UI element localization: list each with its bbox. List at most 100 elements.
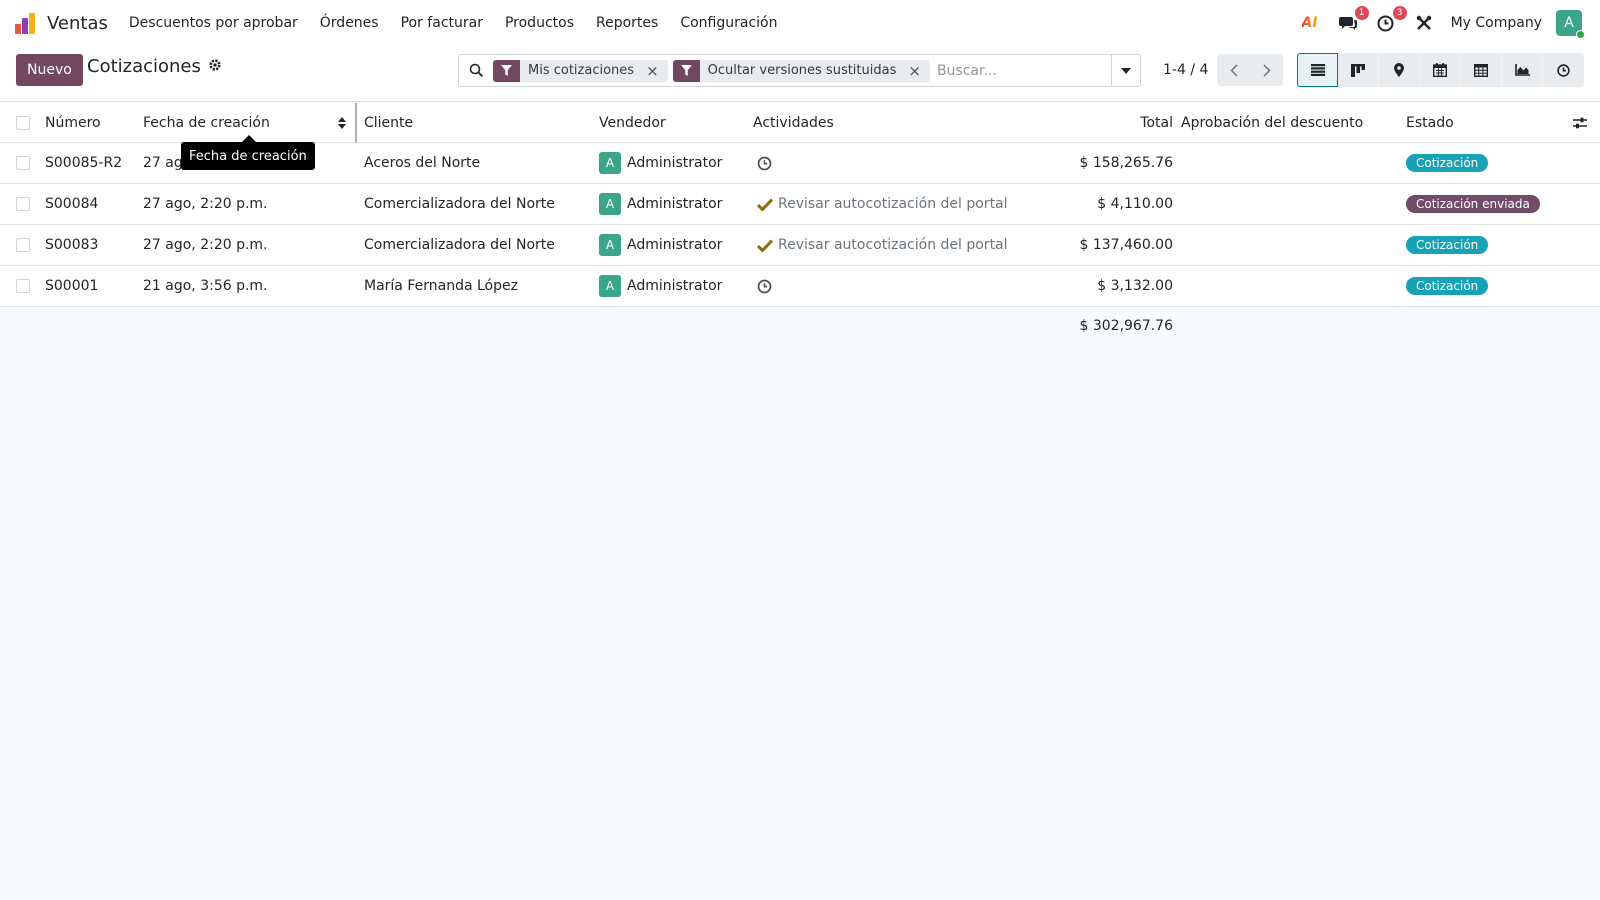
- column-tooltip: Fecha de creación: [181, 142, 315, 170]
- column-number[interactable]: Número: [45, 103, 101, 142]
- search-options-toggle[interactable]: [1111, 55, 1140, 86]
- messages-icon[interactable]: 1: [1337, 6, 1369, 34]
- new-button[interactable]: Nuevo: [16, 54, 83, 86]
- column-discount-approval[interactable]: Aprobación del descuento: [1181, 103, 1363, 142]
- activity-view-button[interactable]: [1543, 53, 1584, 87]
- menu-item[interactable]: Descuentos por aprobar: [118, 15, 309, 31]
- sort-icon[interactable]: [338, 103, 346, 142]
- row-select-cell: [16, 266, 30, 306]
- row-select-cell: [16, 143, 30, 183]
- quotations-list: Número Fecha de creación Cliente Vendedo…: [0, 103, 1600, 345]
- column-status[interactable]: Estado: [1406, 103, 1454, 142]
- column-total[interactable]: Total: [1080, 103, 1173, 142]
- facet-label: Ocultar versiones sustituidas: [707, 63, 897, 78]
- list-footer: $ 302,967.76: [0, 307, 1600, 345]
- wrench-screwdriver-icon: [1416, 15, 1431, 30]
- sales-app-logo[interactable]: [15, 12, 37, 34]
- status-cell: Cotización: [1406, 266, 1489, 306]
- clock-icon[interactable]: [757, 156, 772, 171]
- seller-name: Administrator: [627, 196, 723, 212]
- list-header: Número Fecha de creación Cliente Vendedo…: [0, 103, 1600, 143]
- menu-item[interactable]: Configuración: [669, 15, 788, 31]
- seller-name: Administrator: [627, 278, 723, 294]
- status-badge: Cotización: [1406, 277, 1489, 295]
- pager-value[interactable]: 1-4 / 4: [1163, 62, 1208, 78]
- clock-icon[interactable]: [757, 279, 772, 294]
- seller-cell: A Administrator: [599, 143, 722, 183]
- map-view-button[interactable]: [1379, 53, 1420, 87]
- search-facets: Mis cotizaciones × Ocultar versiones susti…: [493, 59, 935, 82]
- clock-icon: [1377, 15, 1394, 31]
- activity-cell: Revisar autocotización del portal: [757, 184, 1008, 224]
- ai-icon-text: AI: [1301, 15, 1318, 31]
- user-avatar-initial: A: [1564, 15, 1574, 31]
- activity-summary[interactable]: Revisar autocotización del portal: [778, 237, 1008, 253]
- pager-buttons: [1217, 54, 1283, 86]
- menu-item[interactable]: Productos: [494, 15, 585, 31]
- select-all-checkbox[interactable]: [16, 115, 30, 130]
- facet-label: Mis cotizaciones: [528, 63, 635, 78]
- filter-icon: [493, 59, 520, 82]
- quotation-total: $ 158,265.76: [1079, 155, 1173, 171]
- tools-icon[interactable]: [1413, 12, 1435, 34]
- menu-item[interactable]: Órdenes: [309, 15, 390, 31]
- table-row[interactable]: S00083 27 ago, 2:20 p.m. Comercializadora …: [0, 225, 1600, 266]
- creation-date: 27 ago, 2:20 p.m.: [143, 196, 268, 212]
- row-checkbox[interactable]: [16, 238, 30, 252]
- facet-remove-icon[interactable]: ×: [642, 62, 668, 80]
- column-customer[interactable]: Cliente: [364, 103, 413, 142]
- check-icon[interactable]: [757, 238, 773, 252]
- seller-avatar[interactable]: A: [599, 275, 621, 297]
- caret-down-icon: [1121, 67, 1131, 74]
- table-row[interactable]: S00084 27 ago, 2:20 p.m. Comercializadora …: [0, 184, 1600, 225]
- ai-icon[interactable]: AI: [1299, 12, 1321, 34]
- activity-summary[interactable]: Revisar autocotización del portal: [778, 196, 1008, 212]
- check-icon[interactable]: [757, 197, 773, 211]
- map-pin-icon: [1394, 63, 1404, 77]
- quotation-number: S00084: [45, 196, 99, 212]
- company-switcher[interactable]: My Company: [1451, 15, 1542, 31]
- seller-avatar[interactable]: A: [599, 234, 621, 256]
- kanban-view-icon: [1351, 63, 1365, 77]
- control-panel: Nuevo Cotizaciones Mis cotizaciones × Ocul…: [0, 46, 1600, 102]
- gear-icon[interactable]: [208, 56, 222, 77]
- column-resize-handle[interactable]: [355, 103, 357, 143]
- optional-columns-icon[interactable]: [1573, 103, 1587, 142]
- list-view-button[interactable]: [1297, 53, 1338, 87]
- creation-date: 21 ago, 3:56 p.m.: [143, 278, 268, 294]
- pager-next-button[interactable]: [1250, 54, 1283, 86]
- column-seller[interactable]: Vendedor: [599, 103, 666, 142]
- main-menu: Descuentos por aprobar Órdenes Por factura…: [118, 15, 789, 31]
- graph-view-button[interactable]: [1502, 53, 1543, 87]
- search-bar: Mis cotizaciones × Ocultar versiones susti…: [458, 54, 1141, 87]
- menu-item[interactable]: Por facturar: [390, 15, 494, 31]
- column-activities[interactable]: Actividades: [753, 103, 834, 142]
- pager-previous-button[interactable]: [1217, 54, 1250, 86]
- pivot-table-icon: [1474, 63, 1488, 77]
- creation-date: 27 ago, 2:20 p.m.: [143, 237, 268, 253]
- row-checkbox[interactable]: [16, 156, 30, 170]
- online-status-dot: [1576, 30, 1585, 39]
- menu-item[interactable]: Reportes: [585, 15, 669, 31]
- view-switcher: [1297, 53, 1584, 87]
- seller-avatar[interactable]: A: [599, 193, 621, 215]
- list-view-icon: [1310, 64, 1325, 76]
- customer-name: Comercializadora del Norte: [364, 237, 555, 253]
- activities-icon[interactable]: 3: [1375, 6, 1407, 34]
- calendar-view-button[interactable]: [1420, 53, 1461, 87]
- seller-cell: A Administrator: [599, 225, 722, 265]
- quotation-total: $ 137,460.00: [1079, 237, 1173, 253]
- messages-count-badge: 1: [1354, 6, 1369, 20]
- search-icon[interactable]: [459, 63, 493, 78]
- seller-avatar[interactable]: A: [599, 152, 621, 174]
- kanban-view-button[interactable]: [1338, 53, 1379, 87]
- breadcrumb: Cotizaciones: [87, 56, 222, 77]
- row-checkbox[interactable]: [16, 279, 30, 293]
- table-row[interactable]: S00001 21 ago, 3:56 p.m. María Fernanda Ló…: [0, 266, 1600, 307]
- facet-remove-icon[interactable]: ×: [904, 62, 930, 80]
- app-name[interactable]: Ventas: [47, 13, 108, 34]
- row-checkbox[interactable]: [16, 197, 30, 211]
- user-avatar[interactable]: A: [1556, 10, 1585, 39]
- pivot-view-button[interactable]: [1461, 53, 1502, 87]
- search-input[interactable]: [934, 56, 1111, 85]
